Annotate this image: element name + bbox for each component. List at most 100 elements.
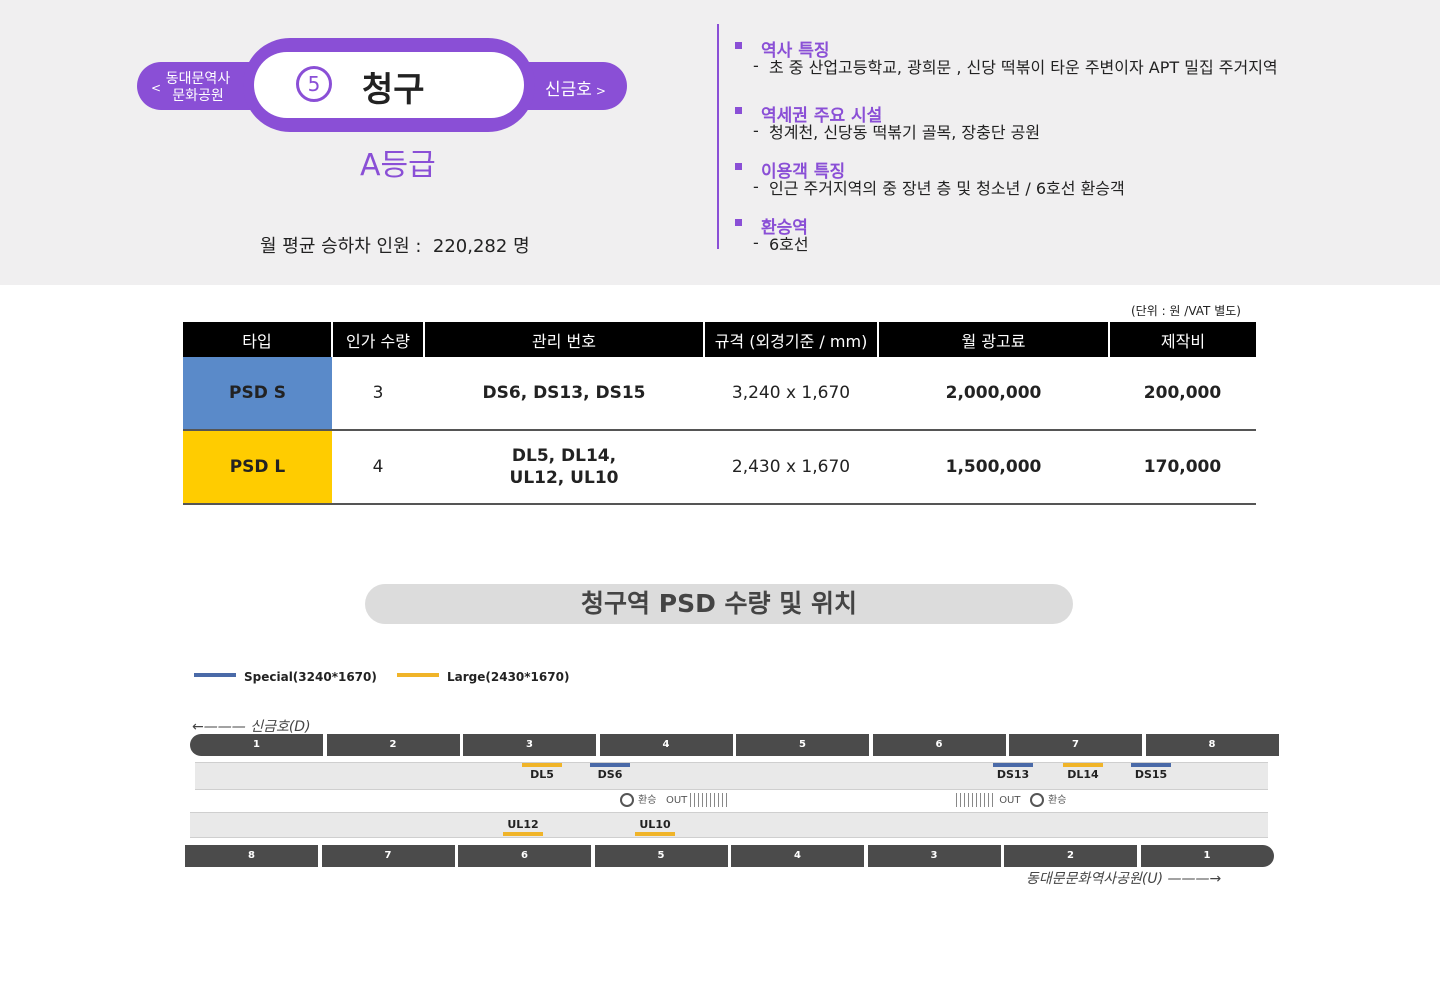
qty-cell: 3 xyxy=(332,357,424,431)
codes-cell: DS6, DS13, DS15 xyxy=(424,357,704,431)
prev-station-label: 동대문역사 문화공원 xyxy=(165,71,231,104)
bullet-icon xyxy=(735,219,742,226)
arrow-right-icon: ———→ xyxy=(1167,871,1222,887)
size-cell: 2,430 x 1,670 xyxy=(704,430,878,505)
feature-transfer: 환승역 -6호선 xyxy=(735,213,1295,254)
col-header-size: 규격 (외경기준 / mm) xyxy=(704,322,879,357)
col-header-codes: 관리 번호 xyxy=(424,322,705,357)
pricing-table: 타입 인가 수량 관리 번호 규격 (외경기준 / mm) 월 광고료 제작비 … xyxy=(183,322,1256,505)
next-station-label: 신금호 xyxy=(545,80,592,100)
col-header-fee: 월 광고료 xyxy=(878,322,1110,357)
train-car: 6 xyxy=(872,734,1006,756)
unit-note: (단위 : 원 /VAT 별도) xyxy=(1131,304,1241,318)
psd-marker-label: UL10 xyxy=(639,818,671,831)
table-row: PSD S 3 DS6, DS13, DS15 3,240 x 1,670 2,… xyxy=(183,357,1256,431)
col-header-qty: 인가 수량 xyxy=(332,322,425,357)
transfer-exit-left: 환승 OUT xyxy=(620,791,731,807)
train-car: 3 xyxy=(867,845,1001,867)
train-car: 1 xyxy=(190,734,323,756)
train-car: 8 xyxy=(185,845,318,867)
size-cell: 3,240 x 1,670 xyxy=(704,357,878,431)
train-car: 8 xyxy=(1145,734,1279,756)
feature-detail: 초 중 산업고등학교, 광희문 , 신당 떡볶이 타운 주변이자 APT 밀집 … xyxy=(769,58,1278,77)
legend-label: Special(3240*1670) xyxy=(244,670,377,684)
psd-marker xyxy=(993,763,1033,767)
psd-marker xyxy=(1131,763,1171,767)
direction-bottom: 동대문문화역사공원(U) ———→ xyxy=(1026,868,1221,888)
feature-detail: 인근 주거지역의 중 장년 층 및 청소년 / 6호선 환승객 xyxy=(769,179,1125,198)
transfer-label: 환승 xyxy=(1048,795,1067,806)
monthly-riders: 월 평균 승하차 인원 : 220,282 명 xyxy=(260,232,530,258)
psd-marker-label: DS15 xyxy=(1134,768,1168,781)
stairs-icon xyxy=(690,793,731,807)
train-car: 5 xyxy=(736,734,869,756)
transfer-label: 환승 xyxy=(638,795,657,806)
qty-cell: 4 xyxy=(332,430,424,505)
type-cell: PSD L xyxy=(183,430,332,505)
psd-marker-label: UL12 xyxy=(507,818,539,831)
train-car: 7 xyxy=(1009,734,1142,756)
transfer-icon xyxy=(1030,793,1045,807)
track-top: 12345678 xyxy=(190,734,1284,756)
psd-marker-label: DL5 xyxy=(530,768,554,781)
transfer-icon xyxy=(620,793,634,807)
train-car: 3 xyxy=(463,734,596,756)
bullet-icon xyxy=(735,42,742,49)
platform-bottom xyxy=(190,812,1268,838)
transfer-exit-right: OUT 환승 xyxy=(956,791,1066,807)
fee-cell: 1,500,000 xyxy=(878,430,1109,505)
bullet-icon xyxy=(735,107,742,114)
legend-swatch xyxy=(397,673,439,677)
track-bottom: 87654321 xyxy=(185,845,1279,867)
line-number-icon: 5 xyxy=(296,66,332,102)
psd-marker-label: DL14 xyxy=(1067,768,1099,781)
train-car: 2 xyxy=(1004,845,1137,867)
cost-cell: 200,000 xyxy=(1109,357,1256,431)
psd-marker xyxy=(1063,763,1103,767)
psd-marker-label: DS6 xyxy=(597,768,623,781)
table-row: PSD L 4 DL5, DL14, UL12, UL10 2,430 x 1,6… xyxy=(183,430,1256,505)
bullet-icon xyxy=(735,163,742,170)
feature-users: 이용객 특징 - 인근 주거지역의 중 장년 층 및 청소년 / 6호선 환승객 xyxy=(735,157,1295,198)
station-name: 청구 xyxy=(362,70,425,110)
chevron-right-icon: > xyxy=(595,84,606,98)
psd-marker-label: DS13 xyxy=(996,768,1030,781)
col-header-cost: 제작비 xyxy=(1109,322,1256,357)
out-label: OUT xyxy=(999,795,1021,806)
legend-label: Large(2430*1670) xyxy=(447,670,570,684)
psd-marker xyxy=(522,763,562,767)
psd-marker xyxy=(503,832,543,836)
divider xyxy=(717,24,719,249)
col-header-type: 타입 xyxy=(183,322,333,357)
train-car: 6 xyxy=(458,845,591,867)
feature-detail: 청계천, 신당동 떡볶기 골목, 장충단 공원 xyxy=(769,123,1041,142)
train-car: 2 xyxy=(326,734,460,756)
train-car: 5 xyxy=(594,845,728,867)
table-header-row: 타입 인가 수량 관리 번호 규격 (외경기준 / mm) 월 광고료 제작비 xyxy=(183,322,1256,357)
arrow-left-icon: ←——— xyxy=(192,719,246,735)
stairs-icon xyxy=(956,793,996,807)
feature-history: 역사 특징 -초 중 산업고등학교, 광희문 , 신당 떡볶이 타운 주변이자 … xyxy=(735,36,1295,77)
direction-top: ←——— 신금호(D) xyxy=(192,716,311,736)
direction-top-label: 신금호(D) xyxy=(250,719,311,735)
direction-bottom-label: 동대문문화역사공원(U) xyxy=(1026,871,1164,887)
train-car: 7 xyxy=(321,845,455,867)
train-car: 4 xyxy=(731,845,864,867)
codes-cell: DL5, DL14, UL12, UL10 xyxy=(424,430,704,505)
psd-marker xyxy=(590,763,630,767)
psd-marker xyxy=(635,832,675,836)
next-station: 신금호 > xyxy=(545,75,606,100)
riders-label: 월 평균 승하차 인원 : xyxy=(260,236,422,257)
prev-station: < 동대문역사 문화공원 xyxy=(150,71,246,105)
section-title: 청구역 PSD 수량 및 위치 xyxy=(365,584,1073,624)
type-cell: PSD S xyxy=(183,357,332,431)
feature-facilities: 역세권 주요 시설 - 청계천, 신당동 떡볶기 골목, 장충단 공원 xyxy=(735,101,1295,142)
fee-cell: 2,000,000 xyxy=(878,357,1109,431)
riders-value: 220,282 xyxy=(432,236,508,257)
riders-unit: 명 xyxy=(513,236,530,257)
cost-cell: 170,000 xyxy=(1109,430,1256,505)
out-label: OUT xyxy=(665,795,688,806)
chevron-left-icon: < xyxy=(151,81,162,95)
station-grade: A등급 xyxy=(360,148,436,183)
train-car: 1 xyxy=(1140,845,1274,867)
